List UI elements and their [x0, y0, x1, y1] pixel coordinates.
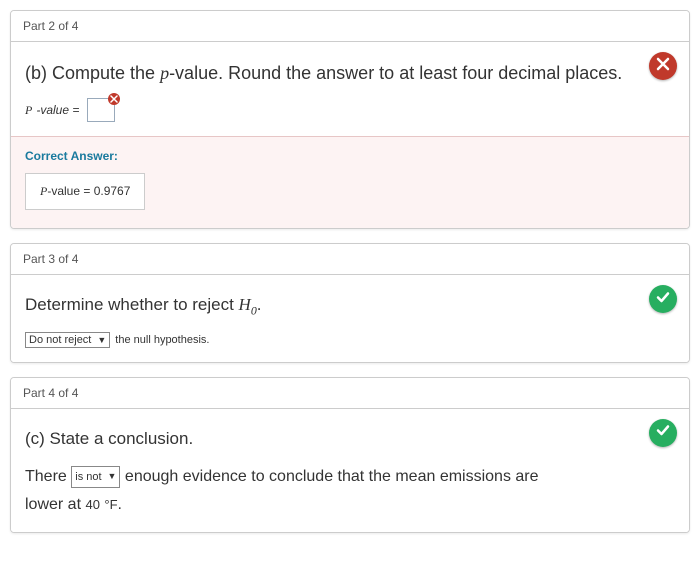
prompt-text-pre: Determine whether to reject [25, 295, 239, 314]
part-3-body: Determine whether to reject H0. Do not r… [11, 275, 689, 362]
temp-unit: °F [104, 497, 117, 512]
correct-mid: -value = [47, 184, 93, 198]
h-variable: H [239, 295, 251, 314]
select-value: Do not reject [29, 334, 91, 346]
answer-label: -value = [36, 103, 79, 117]
sentence-post-pre: lower at [25, 496, 81, 513]
check-icon [655, 289, 671, 310]
question-prompt: Determine whether to reject H0. [25, 293, 675, 320]
part-label: Part 2 of 4 [23, 19, 78, 33]
answer-row: P -value = [25, 98, 675, 122]
question-prompt: (b) Compute the p-value. Round the answe… [25, 60, 675, 86]
status-badge-correct [649, 419, 677, 447]
p-variable: p [160, 63, 169, 83]
part-2-body: (b) Compute the p-value. Round the answe… [11, 42, 689, 136]
part-4-header: Part 4 of 4 [11, 378, 689, 409]
part-2-header: Part 2 of 4 [11, 11, 689, 42]
part-label: Part 4 of 4 [23, 386, 78, 400]
part-4-card: Part 4 of 4 (c) State a conclusion. Ther… [10, 377, 690, 533]
prompt-text-post: . [257, 295, 262, 314]
sentence-end: . [118, 496, 122, 513]
part-3-header: Part 3 of 4 [11, 244, 689, 275]
question-prompt: (c) State a conclusion. [25, 427, 675, 452]
input-wrong-badge [108, 93, 120, 105]
evidence-select[interactable]: is not ▼ [71, 466, 120, 489]
sentence-after: the null hypothesis. [115, 334, 209, 346]
part-3-card: Part 3 of 4 Determine whether to reject … [10, 243, 690, 363]
correct-number: 0.9767 [94, 184, 131, 198]
conclusion-sentence: There is not ▼ enough evidence to conclu… [25, 463, 675, 517]
status-badge-correct [649, 285, 677, 313]
status-badge-wrong [649, 52, 677, 80]
sentence-pre: There [25, 468, 67, 485]
chevron-down-icon: ▼ [97, 335, 106, 345]
reject-select[interactable]: Do not reject ▼ [25, 332, 110, 348]
p-variable-label: P [25, 103, 32, 118]
part-label: Part 3 of 4 [23, 252, 78, 266]
answer-sentence: Do not reject ▼ the null hypothesis. [25, 332, 675, 348]
answer-input[interactable] [87, 98, 115, 122]
temp-number: 40 [85, 497, 99, 512]
chevron-down-icon: ▼ [108, 469, 117, 484]
sentence-mid: enough evidence to conclude that the mea… [125, 468, 539, 485]
correct-answer-block: Correct Answer: P-value = 0.9767 [11, 136, 689, 228]
correct-answer-box: P-value = 0.9767 [25, 173, 145, 210]
prompt-text-pre: (b) Compute the [25, 63, 160, 83]
prompt-text-post: -value. Round the answer to at least fou… [169, 63, 622, 83]
part-4-body: (c) State a conclusion. There is not ▼ e… [11, 409, 689, 532]
correct-answer-title: Correct Answer: [25, 149, 675, 163]
part-2-card: Part 2 of 4 (b) Compute the p-value. Rou… [10, 10, 690, 229]
close-icon [655, 56, 671, 77]
close-icon [110, 92, 118, 106]
select-value: is not [75, 468, 101, 487]
check-icon [655, 422, 671, 443]
